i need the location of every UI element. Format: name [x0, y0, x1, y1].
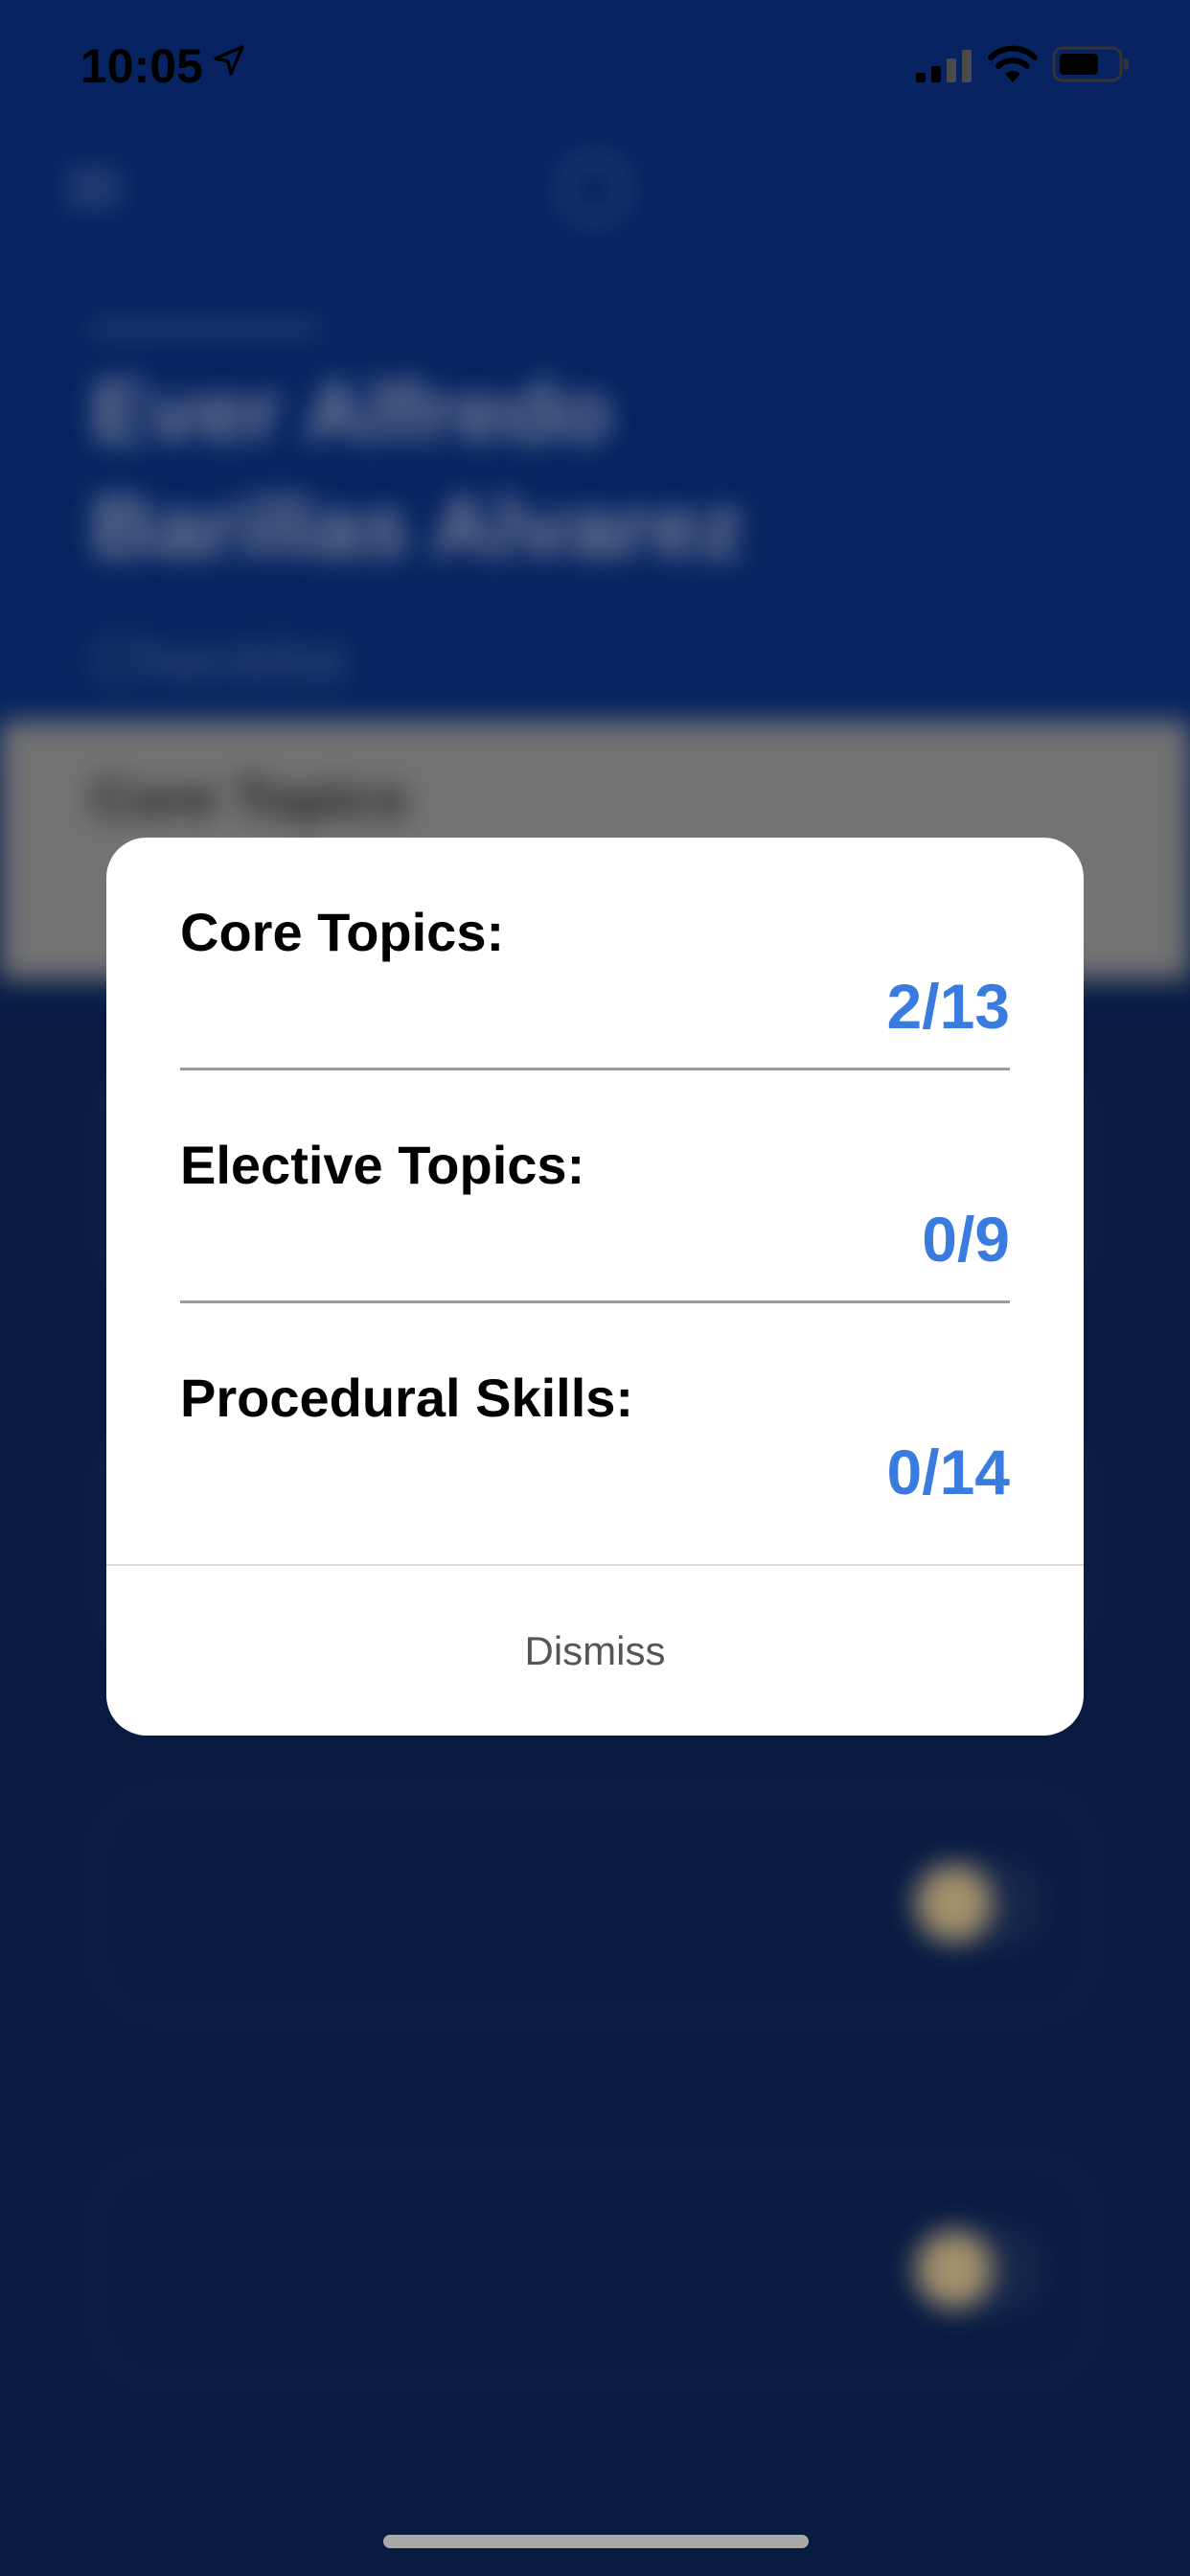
progress-row-procedural-skills: Procedural Skills: 0/14	[180, 1303, 1010, 1536]
location-arrow-icon	[214, 45, 244, 76]
row-value: 0/9	[922, 1204, 1010, 1275]
cellular-signal-icon	[916, 50, 972, 82]
status-time: 10:05	[80, 39, 203, 93]
row-label: Core Topics:	[180, 902, 505, 962]
battery-icon	[1052, 46, 1129, 82]
row-value: 0/14	[886, 1437, 1010, 1507]
progress-row-elective-topics: Elective Topics: 0/9	[180, 1070, 1010, 1303]
row-label: Elective Topics:	[180, 1135, 585, 1195]
status-bar: 10:05	[0, 0, 1190, 134]
wifi-icon	[988, 45, 1038, 82]
row-value: 2/13	[886, 971, 1010, 1042]
row-label: Procedural Skills:	[180, 1368, 634, 1428]
progress-row-core-topics: Core Topics: 2/13	[180, 838, 1010, 1070]
progress-summary-modal: Core Topics: 2/13 Elective Topics: 0/9 P…	[106, 838, 1084, 1736]
dismiss-button[interactable]: Dismiss	[106, 1566, 1084, 1736]
home-indicator[interactable]	[383, 2535, 809, 2548]
